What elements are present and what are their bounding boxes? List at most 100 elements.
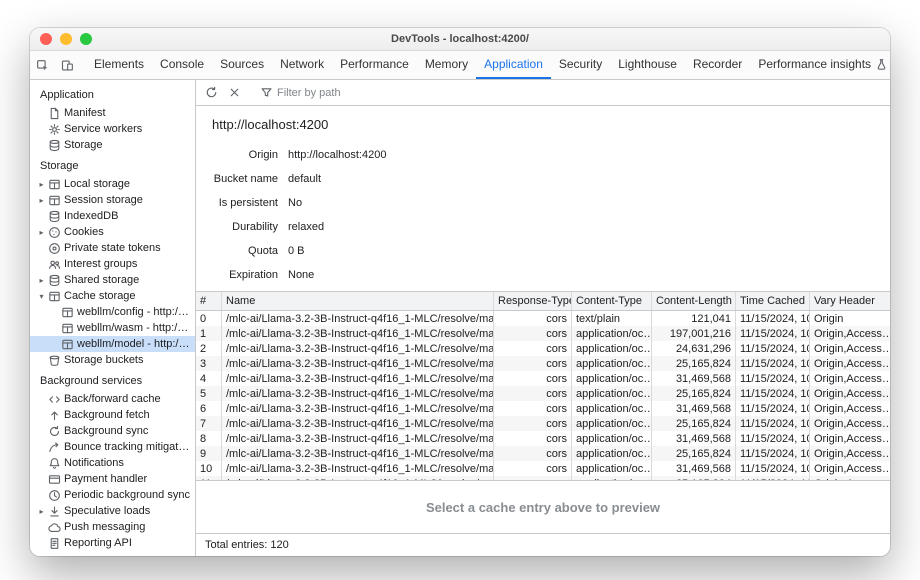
sidebar-item-indexeddb[interactable]: IndexedDB — [30, 208, 195, 224]
column-header-time-cached[interactable]: Time Cached — [736, 292, 810, 310]
tab-sources[interactable]: Sources — [212, 51, 272, 79]
tab-label: Sources — [220, 57, 264, 71]
tab-label: Memory — [425, 57, 468, 71]
metadata-row: Durabilityrelaxed — [212, 215, 874, 239]
sidebar-item-label: Reporting API — [62, 537, 191, 549]
cache-entry-row[interactable]: 1/mlc-ai/Llama-3.2-3B-Instruct-q4f16_1-M… — [196, 326, 890, 341]
cell-content-length: 31,469,568 — [652, 461, 736, 476]
sidebar-section-background-services[interactable]: Background services — [30, 368, 195, 391]
cell-response-type: cors — [494, 401, 572, 416]
expand-arrow-icon[interactable]: ▸ — [36, 507, 47, 516]
minimize-window-button[interactable] — [60, 33, 72, 45]
cell-: 10 — [196, 461, 222, 476]
sidebar-item-cache-storage[interactable]: ▾Cache storage — [30, 288, 195, 304]
tab-label: Elements — [94, 57, 144, 71]
cache-entry-row[interactable]: 9/mlc-ai/Llama-3.2-3B-Instruct-q4f16_1-M… — [196, 446, 890, 461]
sidebar-item-label: Periodic background sync — [62, 489, 191, 501]
cell-vary-header: Origin,Access… — [810, 386, 890, 401]
cache-entry-row[interactable]: 5/mlc-ai/Llama-3.2-3B-Instruct-q4f16_1-M… — [196, 386, 890, 401]
sidebar-item-manifest[interactable]: Manifest — [30, 105, 195, 121]
column-header-content-type[interactable]: Content-Type — [572, 292, 652, 310]
sidebar-item-background-fetch[interactable]: Background fetch — [30, 407, 195, 423]
expand-arrow-icon[interactable]: ▸ — [36, 180, 47, 189]
tab-label: Network — [280, 57, 324, 71]
column-header-name[interactable]: Name — [222, 292, 494, 310]
sidebar-item-webllm-model-http-loc[interactable]: webllm/model - http://loc… — [30, 336, 195, 352]
sidebar-item-payment-handler[interactable]: Payment handler — [30, 471, 195, 487]
delete-selected-icon[interactable] — [224, 86, 245, 99]
cache-entry-row[interactable]: 3/mlc-ai/Llama-3.2-3B-Instruct-q4f16_1-M… — [196, 356, 890, 371]
column-header-[interactable]: # — [196, 292, 222, 310]
tab-performance[interactable]: Performance — [332, 51, 417, 79]
sidebar-item-shared-storage[interactable]: ▸Shared storage — [30, 272, 195, 288]
sidebar-item-reporting-api[interactable]: Reporting API — [30, 535, 195, 551]
cell-time-cached: 11/15/2024, 10… — [736, 356, 810, 371]
zoom-window-button[interactable] — [80, 33, 92, 45]
tab-elements[interactable]: Elements — [86, 51, 152, 79]
tab-application[interactable]: Application — [476, 51, 551, 79]
cell-content-type: application/oc… — [572, 386, 652, 401]
sidebar-item-storage[interactable]: Storage — [30, 137, 195, 153]
expand-arrow-icon[interactable]: ▸ — [36, 228, 47, 237]
tab-recorder[interactable]: Recorder — [685, 51, 750, 79]
sidebar-section-storage[interactable]: Storage — [30, 153, 195, 176]
column-header-response-type[interactable]: Response-Type — [494, 292, 572, 310]
preview-area: Select a cache entry above to preview — [196, 480, 890, 533]
sidebar-item-label: Private state tokens — [62, 242, 191, 254]
cell-vary-header: Origin,Access… — [810, 341, 890, 356]
cell-response-type: cors — [494, 371, 572, 386]
tab-console[interactable]: Console — [152, 51, 212, 79]
tab-security[interactable]: Security — [551, 51, 610, 79]
cache-entry-row[interactable]: 0/mlc-ai/Llama-3.2-3B-Instruct-q4f16_1-M… — [196, 311, 890, 326]
sidebar-item-webllm-config-http-loc[interactable]: webllm/config - http://loc… — [30, 304, 195, 320]
expand-arrow-icon[interactable]: ▸ — [36, 276, 47, 285]
cell-: 1 — [196, 326, 222, 341]
sidebar-item-bounce-tracking-mitigations[interactable]: Bounce tracking mitigations — [30, 439, 195, 455]
refresh-icon[interactable] — [201, 86, 222, 99]
sidebar-item-session-storage[interactable]: ▸Session storage — [30, 192, 195, 208]
cache-entry-row[interactable]: 10/mlc-ai/Llama-3.2-3B-Instruct-q4f16_1-… — [196, 461, 890, 476]
sidebar-item-push-messaging[interactable]: Push messaging — [30, 519, 195, 535]
sidebar-item-storage-buckets[interactable]: Storage buckets — [30, 352, 195, 368]
sidebar-item-notifications[interactable]: Notifications — [30, 455, 195, 471]
sidebar-section-application[interactable]: Application — [30, 82, 195, 105]
close-window-button[interactable] — [40, 33, 52, 45]
expand-arrow-icon[interactable]: ▸ — [36, 196, 47, 205]
cell-vary-header: Origin,Access… — [810, 416, 890, 431]
tab-lighthouse[interactable]: Lighthouse — [610, 51, 685, 79]
tab-label: Recorder — [693, 57, 742, 71]
tab-performance-insights[interactable]: Performance insights — [750, 51, 890, 79]
sidebar-item-periodic-background-sync[interactable]: Periodic background sync — [30, 487, 195, 503]
sidebar-item-webllm-wasm-http-loca[interactable]: webllm/wasm - http://loca… — [30, 320, 195, 336]
tab-memory[interactable]: Memory — [417, 51, 476, 79]
cache-entry-row[interactable]: 6/mlc-ai/Llama-3.2-3B-Instruct-q4f16_1-M… — [196, 401, 890, 416]
cache-entry-row[interactable]: 7/mlc-ai/Llama-3.2-3B-Instruct-q4f16_1-M… — [196, 416, 890, 431]
traffic-lights — [40, 28, 92, 50]
bucket-icon — [47, 354, 62, 367]
sidebar-item-speculative-loads[interactable]: ▸Speculative loads — [30, 503, 195, 519]
sidebar-item-local-storage[interactable]: ▸Local storage — [30, 176, 195, 192]
sidebar-item-interest-groups[interactable]: Interest groups — [30, 256, 195, 272]
sidebar-item-background-sync[interactable]: Background sync — [30, 423, 195, 439]
sidebar-item-label: Cookies — [62, 226, 191, 238]
sidebar-item-service-workers[interactable]: Service workers — [30, 121, 195, 137]
cache-entries-table: #NameResponse-TypeContent-TypeContent-Le… — [196, 291, 890, 480]
sidebar-item-private-state-tokens[interactable]: Private state tokens — [30, 240, 195, 256]
cache-entry-row[interactable]: 4/mlc-ai/Llama-3.2-3B-Instruct-q4f16_1-M… — [196, 371, 890, 386]
cache-entry-row[interactable]: 8/mlc-ai/Llama-3.2-3B-Instruct-q4f16_1-M… — [196, 431, 890, 446]
sidebar-item-cookies[interactable]: ▸ Cookies — [30, 224, 195, 240]
cell-name: /mlc-ai/Llama-3.2-3B-Instruct-q4f16_1-ML… — [222, 326, 494, 341]
tab-network[interactable]: Network — [272, 51, 332, 79]
expand-arrow-icon[interactable]: ▾ — [36, 292, 47, 301]
window-titlebar[interactable]: DevTools - localhost:4200/ — [30, 28, 890, 51]
sidebar-item-label: IndexedDB — [62, 210, 191, 222]
cache-entry-row[interactable]: 2/mlc-ai/Llama-3.2-3B-Instruct-q4f16_1-M… — [196, 341, 890, 356]
cell-content-length: 25,165,824 — [652, 446, 736, 461]
sidebar-item-label: Interest groups — [62, 258, 191, 270]
filter-by-path-input[interactable]: Filter by path — [256, 86, 345, 99]
column-header-vary-header[interactable]: Vary Header — [810, 292, 890, 310]
device-toolbar-icon[interactable] — [55, 51, 80, 79]
column-header-content-length[interactable]: Content-Length — [652, 292, 736, 310]
inspect-element-icon[interactable] — [30, 51, 55, 79]
sidebar-item-back-forward-cache[interactable]: Back/forward cache — [30, 391, 195, 407]
